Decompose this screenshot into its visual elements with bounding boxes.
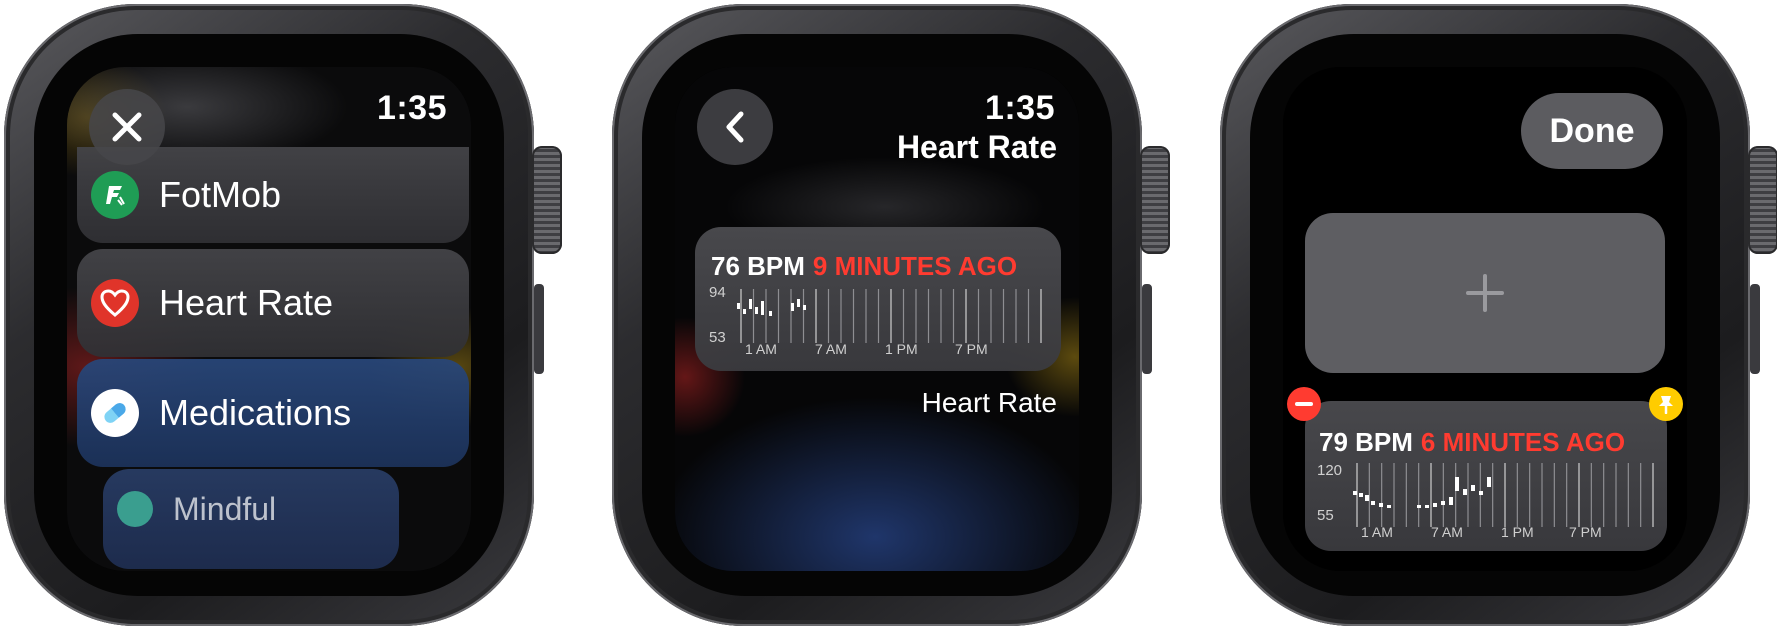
side-button[interactable]: [534, 284, 544, 374]
heart-icon: [91, 279, 139, 327]
x-tick-7pm: 7 PM: [1569, 524, 1602, 540]
digital-crown[interactable]: [1748, 146, 1777, 254]
x-tick-1am: 1 AM: [745, 341, 777, 357]
y-axis-high-label: 94: [709, 284, 726, 301]
watch-screen: 1:35 Heart Rate 76 BPM 9 MINUTES AGO 94 5…: [675, 67, 1079, 571]
watch-screen: Done 79 BPM 6 MINUTES AGO 120 55 1 AM 7 A…: [1283, 67, 1687, 571]
close-button[interactable]: [89, 89, 165, 165]
widget-row-label: FotMob: [159, 174, 282, 215]
y-axis-high-label: 120: [1317, 462, 1342, 479]
x-tick-7pm: 7 PM: [955, 341, 988, 357]
heart-rate-widget-card[interactable]: 79 BPM 6 MINUTES AGO 120 55 1 AM 7 AM 1 P…: [1305, 401, 1667, 551]
last-reading-time: 6 MINUTES AGO: [1420, 427, 1626, 457]
side-button[interactable]: [1142, 284, 1152, 374]
pin-icon: [1659, 396, 1673, 414]
minus-icon: [1295, 402, 1313, 406]
back-button[interactable]: [697, 89, 773, 165]
x-tick-1pm: 1 PM: [885, 341, 918, 357]
last-reading-time: 9 MINUTES AGO: [812, 251, 1018, 281]
plus-icon: [1466, 274, 1504, 312]
heart-rate-widget-card[interactable]: 76 BPM 9 MINUTES AGO 94 53 1 AM 7 AM 1 PM…: [695, 227, 1061, 371]
heart-rate-readings: [737, 299, 806, 316]
watch-screen: 1:35 FotMob Heart Rate Medications Mindf…: [67, 67, 471, 571]
close-icon: [112, 112, 142, 142]
page-title: Heart Rate: [896, 129, 1057, 165]
fotmob-icon: [91, 171, 139, 219]
x-tick-1pm: 1 PM: [1501, 524, 1534, 540]
chart-grid: [740, 289, 1042, 343]
y-axis-low-label: 53: [709, 329, 726, 346]
chart-grid: [1356, 463, 1654, 527]
widget-row-label: Heart Rate: [159, 282, 334, 323]
pill-icon: [91, 389, 139, 437]
remove-widget-button[interactable]: [1287, 387, 1321, 421]
side-button[interactable]: [1750, 284, 1760, 374]
clock-time: 1:35: [376, 89, 447, 127]
clock-time: 1:35: [984, 89, 1055, 127]
add-widget-button[interactable]: [1305, 213, 1665, 373]
widget-title: 79 BPM 6 MINUTES AGO: [1319, 427, 1625, 458]
chart-x-ticks: 1 AM 7 AM 1 PM 7 PM: [745, 341, 988, 357]
x-tick-7am: 7 AM: [1431, 524, 1463, 540]
x-tick-7am: 7 AM: [815, 341, 847, 357]
mindfulness-icon: [117, 491, 153, 527]
watch-edit-smart-stack: Done 79 BPM 6 MINUTES AGO 120 55 1 AM 7 A…: [1220, 4, 1777, 626]
pin-widget-button[interactable]: [1649, 387, 1683, 421]
x-tick-1am: 1 AM: [1361, 524, 1393, 540]
chevron-left-icon: [726, 111, 744, 143]
bpm-value: 76 BPM: [711, 251, 805, 281]
widget-row-label: Mindful: [173, 491, 277, 527]
widget-row-label: Medications: [159, 392, 352, 433]
bpm-value: 79 BPM: [1319, 427, 1413, 457]
widget-title: 76 BPM 9 MINUTES AGO: [711, 251, 1017, 282]
digital-crown[interactable]: [532, 146, 562, 254]
watch-smart-stack-list: 1:35 FotMob Heart Rate Medications Mindf…: [4, 4, 562, 626]
chart-x-ticks: 1 AM 7 AM 1 PM 7 PM: [1361, 524, 1602, 540]
heart-rate-chart: 94 53 1 AM 7 AM 1 PM 7 PM: [709, 284, 1042, 357]
heart-rate-chart: 120 55 1 AM 7 AM 1 PM 7 PM: [1317, 462, 1654, 540]
heart-rate-readings: [1353, 477, 1491, 508]
y-axis-low-label: 55: [1317, 507, 1334, 524]
done-button[interactable]: Done: [1521, 93, 1663, 169]
watch-heart-rate-widget: 1:35 Heart Rate 76 BPM 9 MINUTES AGO 94 5…: [612, 4, 1170, 626]
widget-row-medications[interactable]: Medications: [77, 359, 469, 467]
digital-crown[interactable]: [1140, 146, 1170, 254]
widget-row-heart-rate[interactable]: Heart Rate: [77, 249, 469, 357]
widget-row-mindful[interactable]: Mindful: [103, 469, 399, 569]
widget-caption: Heart Rate: [921, 387, 1057, 418]
